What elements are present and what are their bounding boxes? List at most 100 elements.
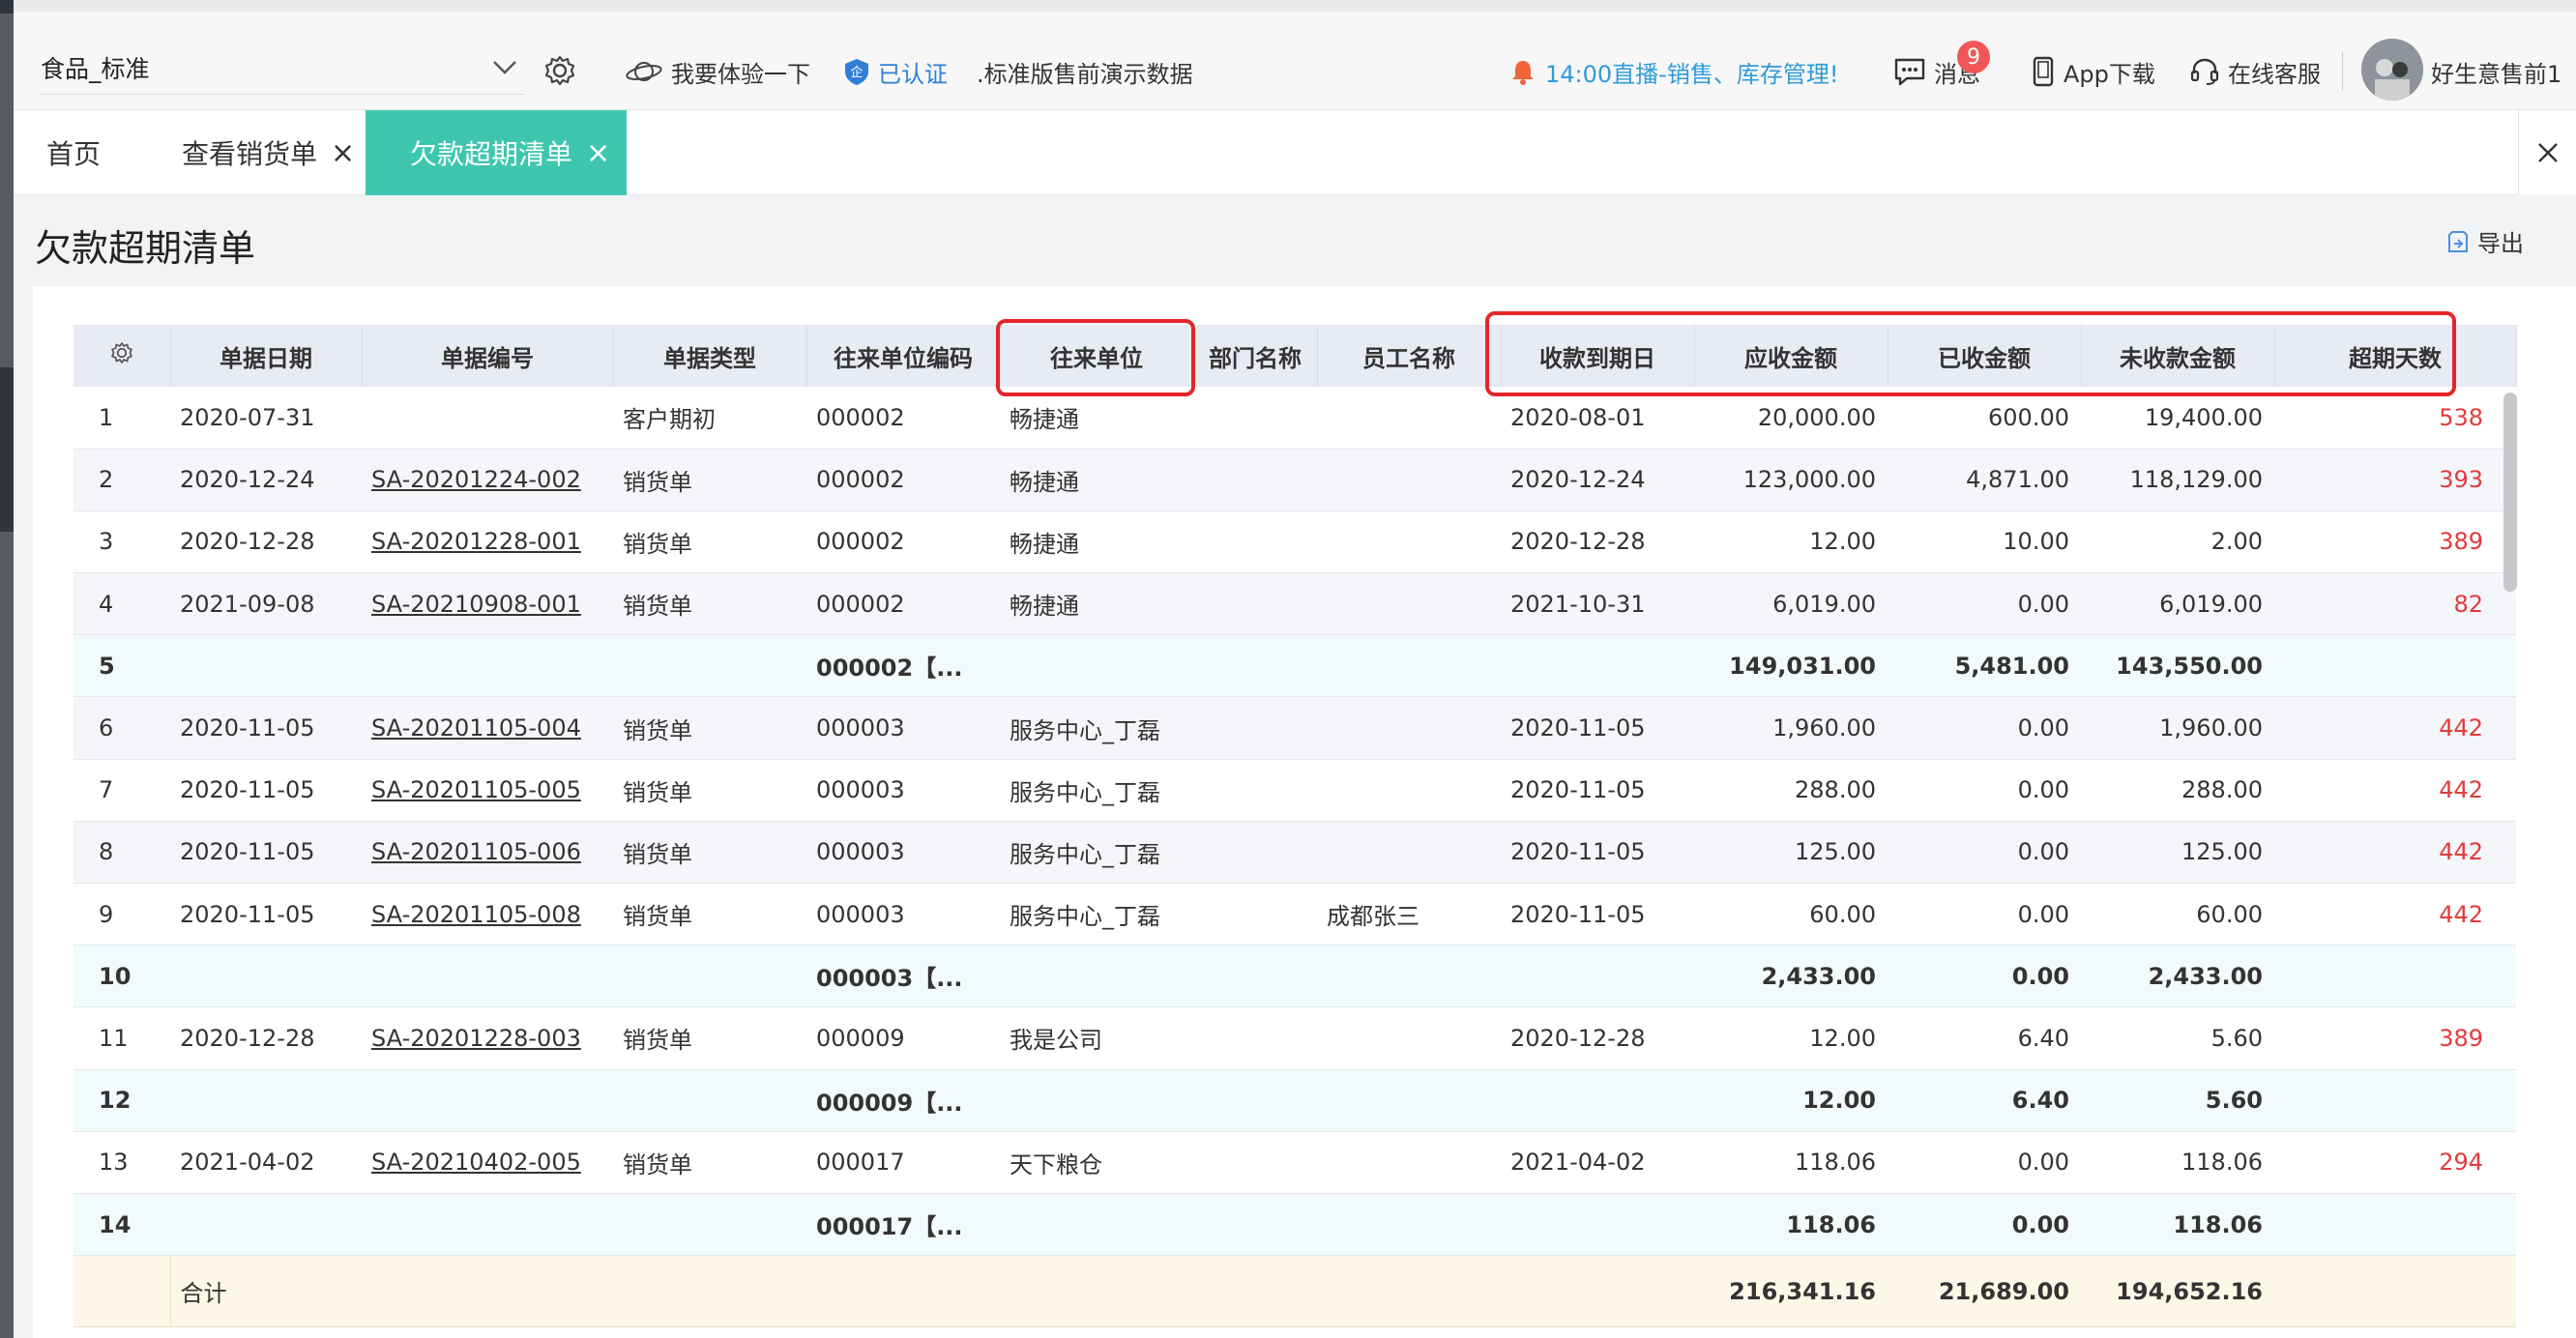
- total-cell: [1193, 1255, 1317, 1328]
- cell-emp: [1317, 945, 1501, 1008]
- table-row[interactable]: 11 2020-12-28 SA-20201228-003 销货单 000009 我是公司…: [73, 1006, 2516, 1070]
- online-service-link[interactable]: 在线客服: [2189, 52, 2321, 91]
- cell-unit-code: 000017【...: [806, 1193, 1000, 1257]
- tab-overdue-list[interactable]: 欠款超期清单 ×: [366, 110, 627, 195]
- cell-emp: [1317, 759, 1501, 822]
- table-row[interactable]: 4 2021-09-08 SA-20210908-001 销货单 000002 畅捷通 20…: [73, 572, 2516, 636]
- tab-home[interactable]: 首页: [46, 110, 101, 195]
- cell-type: 销货单: [613, 510, 806, 574]
- document-number-link[interactable]: SA-20201224-002: [362, 449, 613, 511]
- cell-type: 销货单: [613, 759, 806, 822]
- total-outstanding: 194,652.16: [2081, 1255, 2274, 1328]
- subtotal-row[interactable]: 5 000002【... 149,031.00 5,481.00 143,550.00: [73, 634, 2516, 698]
- column-header[interactable]: 单据类型: [613, 325, 807, 387]
- cell-emp: [1317, 387, 1501, 450]
- cell-receivable: 1,960.00: [1694, 696, 1888, 760]
- cell-idx: 14: [73, 1193, 170, 1257]
- cell-type: [613, 634, 806, 698]
- cell-emp: [1317, 1006, 1501, 1070]
- cell-code: [362, 387, 613, 450]
- cell-idx: 11: [73, 1006, 170, 1070]
- try-experience-link[interactable]: 我要体验一下: [625, 52, 810, 91]
- cell-receivable: 12.00: [1694, 1069, 1888, 1132]
- certified-badge[interactable]: 企 已认证: [843, 52, 948, 91]
- cell-overdue: [2274, 945, 2516, 1008]
- close-icon[interactable]: ×: [586, 136, 610, 170]
- cell-due: 2020-11-05: [1501, 821, 1694, 885]
- total-cell: [73, 1255, 170, 1328]
- cell-code: [362, 634, 613, 698]
- close-icon[interactable]: ×: [331, 136, 355, 170]
- column-settings[interactable]: [73, 325, 171, 387]
- live-broadcast-link[interactable]: 14:00直播-销售、库存管理!: [1508, 52, 1838, 91]
- table-row[interactable]: 3 2020-12-28 SA-20201228-001 销货单 000002 畅捷通 20…: [73, 510, 2516, 574]
- column-header[interactable]: 往来单位编码: [806, 325, 1001, 387]
- close-all-tabs-button[interactable]: [2518, 110, 2576, 195]
- cell-due: 2021-10-31: [1501, 572, 1694, 636]
- cell-outstanding: 60.00: [2081, 883, 2274, 946]
- cell-received: 0.00: [1888, 945, 2081, 1008]
- cell-received: 0.00: [1888, 883, 2081, 946]
- subtotal-row[interactable]: 10 000003【... 2,433.00 0.00 2,433.00: [73, 945, 2516, 1008]
- document-number-link[interactable]: SA-20201228-003: [362, 1006, 613, 1070]
- cell-type: [613, 1193, 806, 1257]
- cell-received: 0.00: [1888, 1193, 2081, 1257]
- top-header: 食品_标准 我要体验一下 企 已认证 .标准版售前演示数据 14:00直播-销售…: [14, 12, 2576, 110]
- export-button[interactable]: 导出: [2446, 224, 2524, 258]
- table-row[interactable]: 2 2020-12-24 SA-20201224-002 销货单 000002 畅捷通 20…: [73, 449, 2516, 511]
- document-number-link[interactable]: SA-20201105-004: [362, 696, 613, 760]
- column-header[interactable]: 单据编号: [362, 325, 614, 387]
- cell-code: [362, 1193, 613, 1257]
- user-name[interactable]: 好生意售前1: [2431, 52, 2561, 91]
- cell-dept: [1193, 1069, 1317, 1132]
- cell-dept: [1193, 821, 1317, 885]
- table-row[interactable]: 13 2021-04-02 SA-20210402-005 销货单 000017 天下粮仓…: [73, 1131, 2516, 1194]
- live-broadcast-label: 14:00直播-销售、库存管理!: [1545, 60, 1839, 88]
- cell-overdue: 442: [2274, 696, 2516, 760]
- total-cell: [1000, 1255, 1193, 1328]
- subtotal-row[interactable]: 12 000009【... 12.00 6.40 5.60: [73, 1069, 2516, 1132]
- column-header[interactable]: 部门名称: [1193, 325, 1318, 387]
- cell-unit-code: 000002: [806, 572, 1000, 636]
- document-number-link[interactable]: SA-20210908-001: [362, 572, 613, 636]
- gear-icon: [110, 341, 132, 364]
- cell-receivable: 2,433.00: [1694, 945, 1888, 1008]
- message-icon: [1894, 58, 1925, 86]
- document-number-link[interactable]: SA-20210402-005: [362, 1131, 613, 1194]
- table-row[interactable]: 7 2020-11-05 SA-20201105-005 销货单 000003 服务中心_…: [73, 759, 2516, 822]
- tab-view-sales-order[interactable]: 查看销货单 ×: [182, 110, 355, 195]
- cell-date: 2020-07-31: [170, 387, 362, 450]
- cell-idx: 13: [73, 1131, 170, 1194]
- svg-text:企: 企: [850, 65, 863, 80]
- cell-dept: [1193, 1006, 1317, 1070]
- table-row[interactable]: 8 2020-11-05 SA-20201105-006 销货单 000003 服务中心_…: [73, 821, 2516, 885]
- avatar[interactable]: [2361, 39, 2423, 101]
- document-number-link[interactable]: SA-20201105-008: [362, 883, 613, 946]
- table-row[interactable]: 9 2020-11-05 SA-20201105-008 销货单 000003 服务中心_…: [73, 883, 2516, 946]
- cell-due: [1501, 1193, 1694, 1257]
- total-cell: [1501, 1255, 1694, 1328]
- cell-emp: [1317, 510, 1501, 574]
- column-header[interactable]: 单据日期: [170, 325, 363, 387]
- column-header[interactable]: 员工名称: [1317, 325, 1502, 387]
- table-row[interactable]: 6 2020-11-05 SA-20201105-004 销货单 000003 服务中心_…: [73, 696, 2516, 760]
- document-number-link[interactable]: SA-20201228-001: [362, 510, 613, 574]
- cell-date: 2021-04-02: [170, 1131, 362, 1194]
- cell-date: 2020-11-05: [170, 821, 362, 885]
- cell-dept: [1193, 1193, 1317, 1257]
- app-download-label: App下载: [2064, 60, 2155, 88]
- company-select[interactable]: 食品_标准: [41, 41, 524, 95]
- messages-count-badge: 9: [1957, 41, 1990, 73]
- gear-icon[interactable]: [536, 46, 584, 95]
- overdue-table: 单据日期 单据编号 单据类型 往来单位编码 往来单位 部门名称 员工名称 收款到…: [73, 325, 2517, 1328]
- chevron-down-icon[interactable]: [485, 48, 524, 87]
- subtotal-row[interactable]: 14 000017【... 118.06 0.00 118.06: [73, 1193, 2516, 1257]
- app-download-link[interactable]: App下载: [2031, 52, 2155, 91]
- cell-receivable: 6,019.00: [1694, 572, 1888, 636]
- vertical-scrollbar[interactable]: [2503, 393, 2517, 592]
- cell-outstanding: 118.06: [2081, 1131, 2274, 1194]
- cell-unit-code: 000003【...: [806, 945, 1000, 1008]
- document-number-link[interactable]: SA-20201105-005: [362, 759, 613, 822]
- document-number-link[interactable]: SA-20201105-006: [362, 821, 613, 885]
- total-receivable: 216,341.16: [1694, 1255, 1888, 1328]
